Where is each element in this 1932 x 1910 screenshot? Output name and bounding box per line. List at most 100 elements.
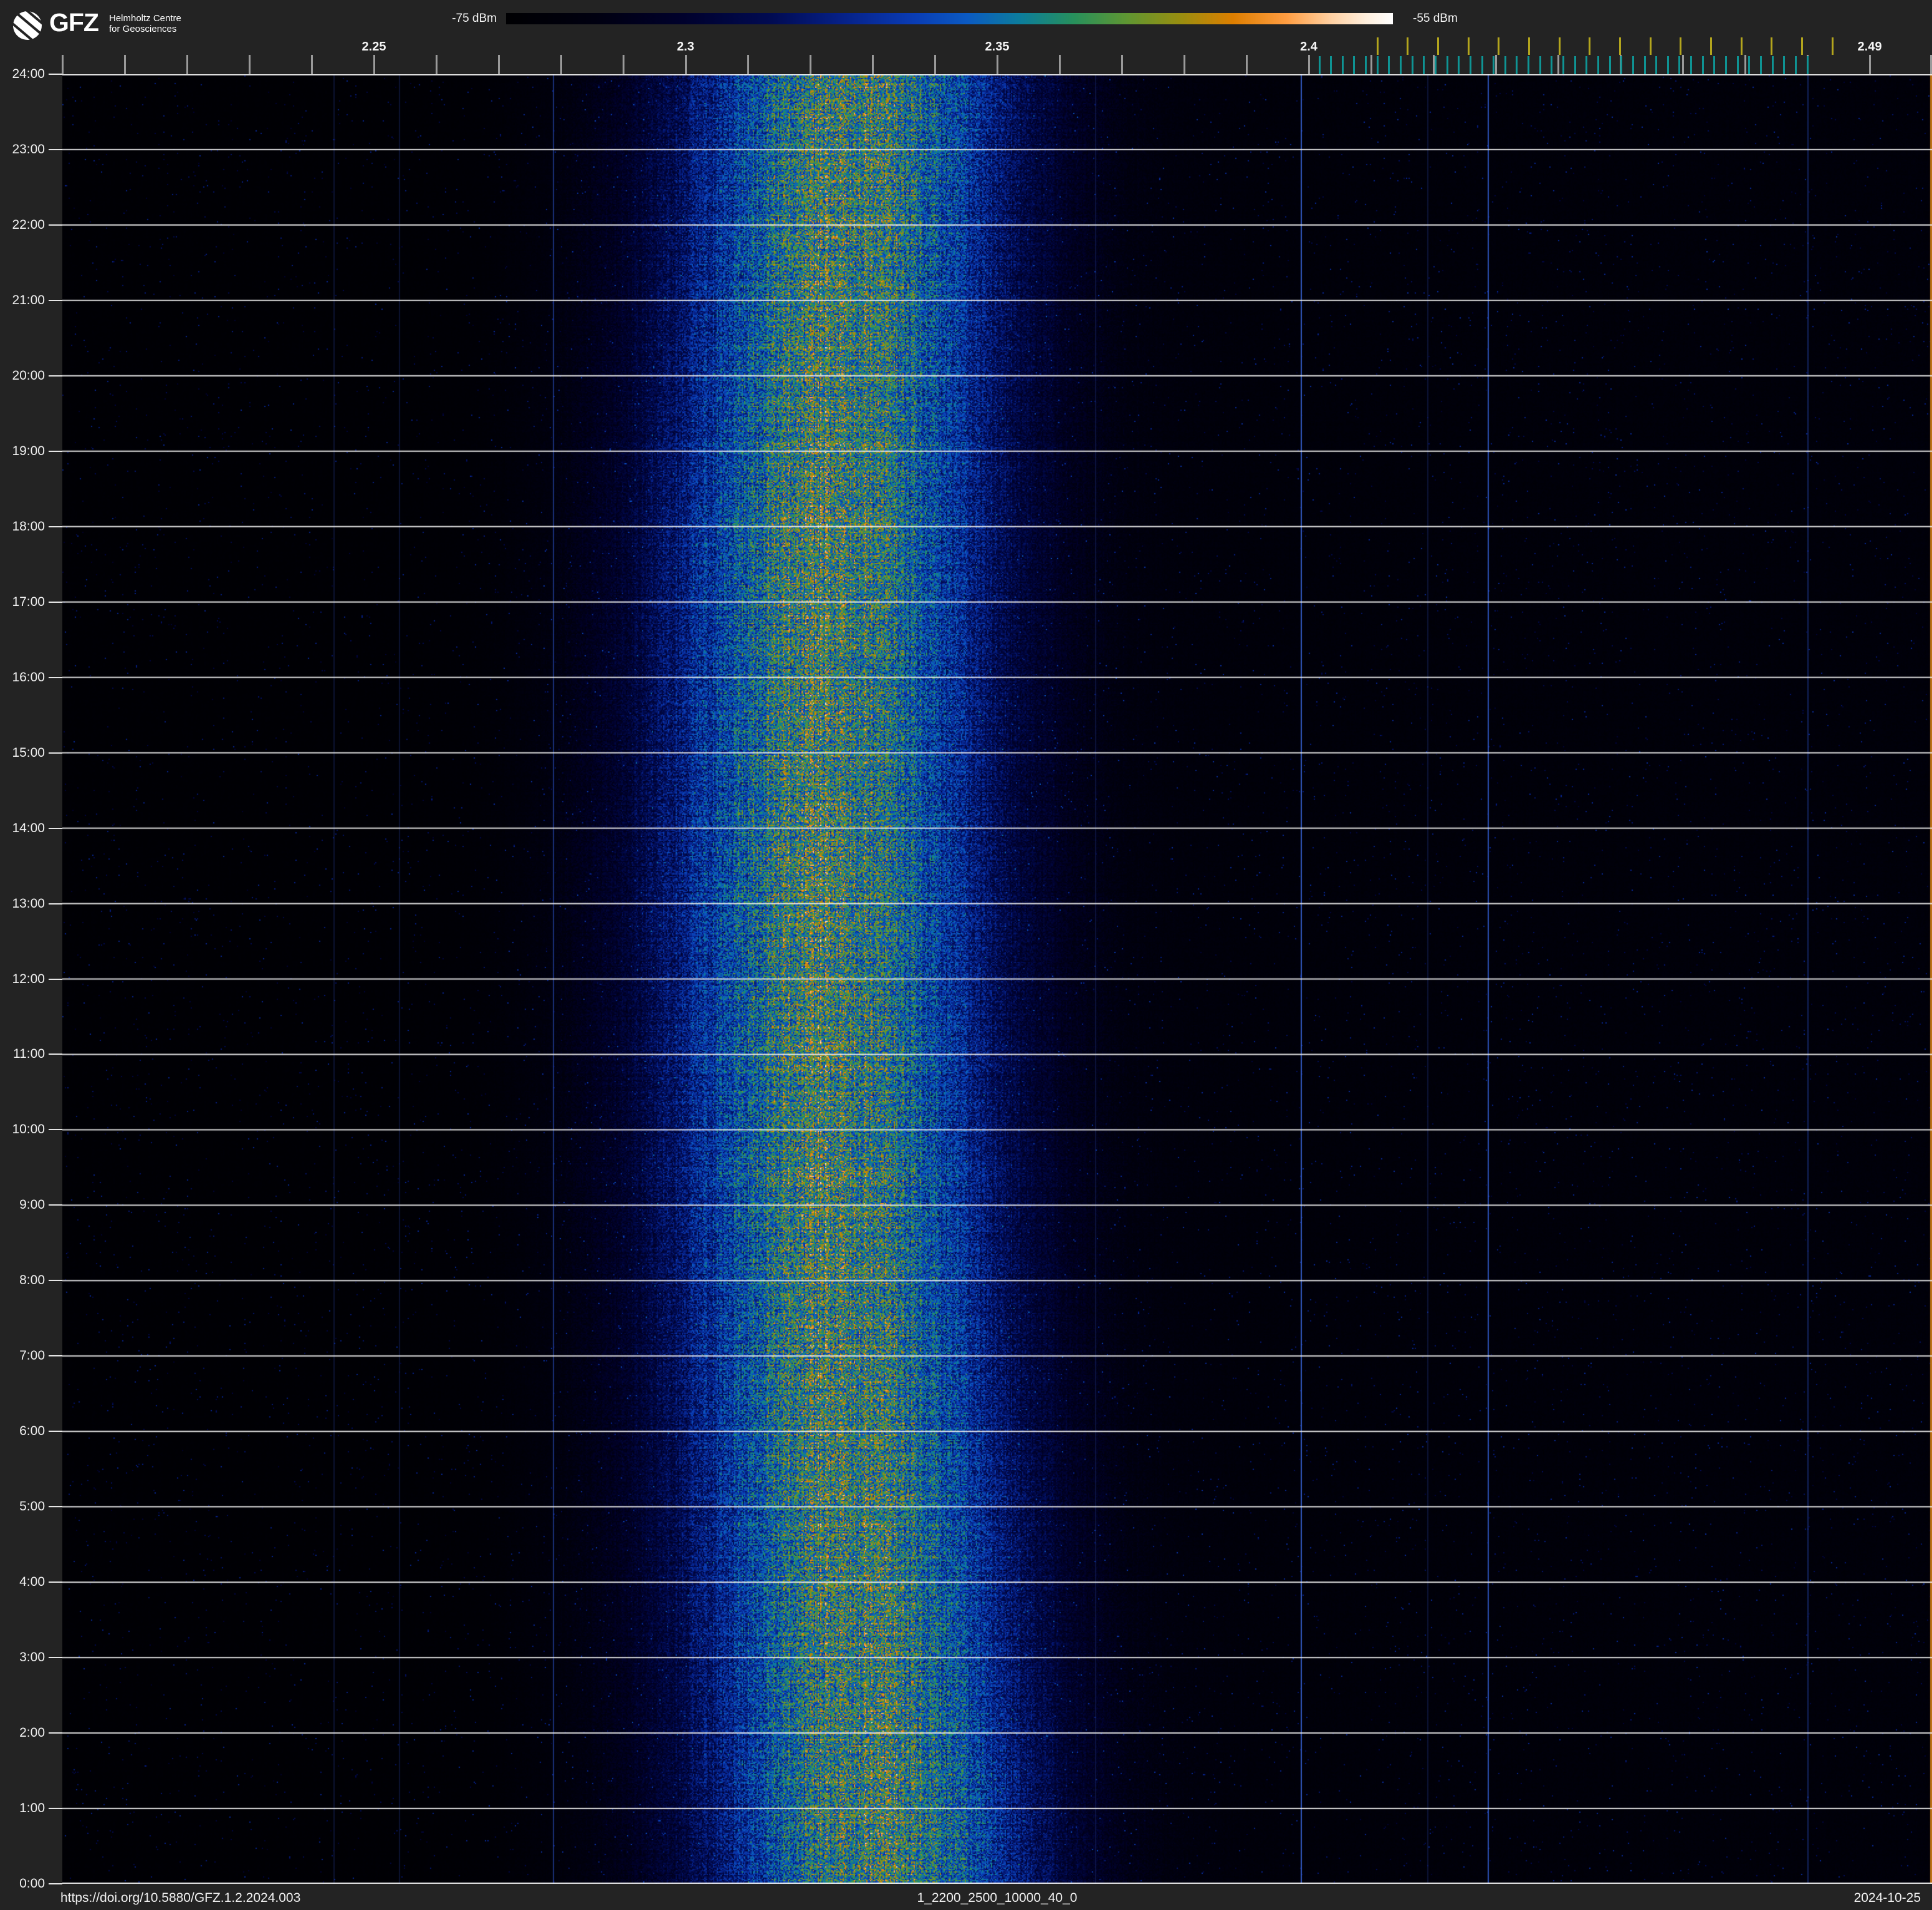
- time-axis-label: 2:00: [19, 1725, 45, 1740]
- colorbar: [506, 13, 1393, 24]
- station-marker-tick: [1498, 37, 1500, 55]
- station-marker-tick: [1800, 37, 1803, 55]
- time-axis-label: 17:00: [12, 594, 45, 609]
- time-axis-label: 24:00: [12, 67, 45, 81]
- time-axis-tick: [49, 978, 62, 980]
- freq-minor-tick: [871, 55, 874, 74]
- freq-minor-tick: [684, 55, 687, 74]
- station-marker-tick: [1528, 37, 1530, 55]
- time-axis-tick: [49, 1053, 62, 1055]
- station-marker-tick: [1376, 37, 1379, 55]
- channel-marker-tick: [1783, 56, 1786, 74]
- channel-marker-tick: [1330, 56, 1332, 74]
- channel-marker-tick: [1504, 56, 1506, 74]
- time-axis-label: 16:00: [12, 669, 45, 684]
- station-marker-tick: [1437, 37, 1439, 55]
- freq-minor-tick: [1121, 55, 1123, 74]
- channel-marker-tick: [1434, 56, 1437, 74]
- freq-minor-tick: [622, 55, 624, 74]
- logo-brand: GFZ: [49, 8, 99, 37]
- channel-marker-tick: [1365, 56, 1367, 74]
- station-marker-tick: [1619, 37, 1621, 55]
- time-axis-label: 8:00: [19, 1273, 45, 1288]
- channel-marker-tick: [1678, 56, 1681, 74]
- freq-minor-tick: [1494, 55, 1497, 74]
- channel-marker-tick: [1771, 56, 1774, 74]
- channel-marker-tick: [1690, 56, 1693, 74]
- channel-marker-tick: [1539, 56, 1541, 74]
- channel-marker-tick: [1388, 56, 1390, 74]
- gfz-globe-icon: [11, 9, 44, 42]
- time-axis-tick: [49, 1732, 62, 1734]
- time-axis-tick: [49, 74, 62, 75]
- freq-minor-tick: [248, 55, 251, 74]
- channel-marker-tick: [1341, 56, 1344, 74]
- station-marker-tick: [1407, 37, 1409, 55]
- time-axis-label: 4:00: [19, 1575, 45, 1590]
- freq-minor-tick: [497, 55, 500, 74]
- station-marker-tick: [1710, 37, 1712, 55]
- channel-marker-tick: [1469, 56, 1471, 74]
- time-axis-label: 0:00: [19, 1876, 45, 1891]
- time-axis-tick: [49, 752, 62, 754]
- channel-marker-tick: [1667, 56, 1669, 74]
- channel-marker-tick: [1411, 56, 1413, 74]
- channel-marker-tick: [1585, 56, 1588, 74]
- channel-marker-tick: [1609, 56, 1611, 74]
- channel-marker-tick: [1481, 56, 1483, 74]
- time-axis-tick: [49, 148, 62, 150]
- colorbar-min-label: -75 dBm: [452, 12, 497, 25]
- time-axis-tick: [49, 224, 62, 226]
- channel-marker-tick: [1759, 56, 1762, 74]
- footer-dataset-id: 1_2200_2500_10000_40_0: [917, 1891, 1078, 1905]
- time-axis-tick: [49, 1129, 62, 1131]
- freq-minor-tick: [1370, 55, 1372, 74]
- time-axis-tick: [49, 827, 62, 829]
- station-marker-tick: [1467, 37, 1470, 55]
- freq-axis-label: 2.25: [361, 40, 386, 54]
- channel-marker-tick: [1806, 56, 1809, 74]
- time-axis-label: 21:00: [12, 292, 45, 307]
- freq-axis-label: 2.49: [1857, 40, 1882, 54]
- spectrogram-plot: [62, 74, 1932, 1884]
- channel-marker-tick: [1574, 56, 1576, 74]
- channel-marker-tick: [1794, 56, 1797, 74]
- time-axis-label: 6:00: [19, 1424, 45, 1439]
- channel-marker-tick: [1318, 56, 1321, 74]
- logo-subtitle-line2: for Geosciences: [109, 24, 177, 34]
- time-axis-label: 14:00: [12, 820, 45, 835]
- time-axis-tick: [49, 1506, 62, 1508]
- time-axis-tick: [49, 676, 62, 678]
- time-axis-tick: [49, 1280, 62, 1282]
- time-axis-label: 1:00: [19, 1801, 45, 1816]
- freq-axis-label: 2.3: [677, 40, 694, 54]
- freq-minor-tick: [310, 55, 313, 74]
- time-axis-label: 23:00: [12, 142, 45, 156]
- time-axis-tick: [49, 1808, 62, 1810]
- channel-marker-tick: [1458, 56, 1460, 74]
- channel-marker-tick: [1376, 56, 1379, 74]
- station-marker-tick: [1649, 37, 1652, 55]
- time-axis-tick: [49, 375, 62, 377]
- freq-minor-tick: [435, 55, 438, 74]
- channel-marker-tick: [1446, 56, 1448, 74]
- time-axis-label: 22:00: [12, 217, 45, 232]
- footer-date: 2024-10-25: [1853, 1891, 1921, 1905]
- channel-marker-tick: [1643, 56, 1646, 74]
- channel-marker-tick: [1528, 56, 1530, 74]
- freq-minor-tick: [1183, 55, 1185, 74]
- channel-marker-tick: [1493, 56, 1495, 74]
- logo-subtitle: Helmholtz Centre for Geosciences: [109, 13, 181, 34]
- freq-minor-tick: [560, 55, 562, 74]
- channel-marker-tick: [1655, 56, 1658, 74]
- channel-marker-tick: [1597, 56, 1599, 74]
- freq-minor-tick: [373, 55, 375, 74]
- freq-minor-tick: [1930, 55, 1932, 74]
- time-axis-label: 13:00: [12, 896, 45, 911]
- spectrogram-page: GFZ Helmholtz Centre for Geosciences -75…: [0, 0, 1932, 1910]
- time-axis-tick: [49, 1883, 62, 1884]
- station-marker-tick: [1831, 37, 1834, 55]
- channel-marker-tick: [1748, 56, 1751, 74]
- freq-minor-tick: [186, 55, 188, 74]
- time-axis-label: 5:00: [19, 1499, 45, 1514]
